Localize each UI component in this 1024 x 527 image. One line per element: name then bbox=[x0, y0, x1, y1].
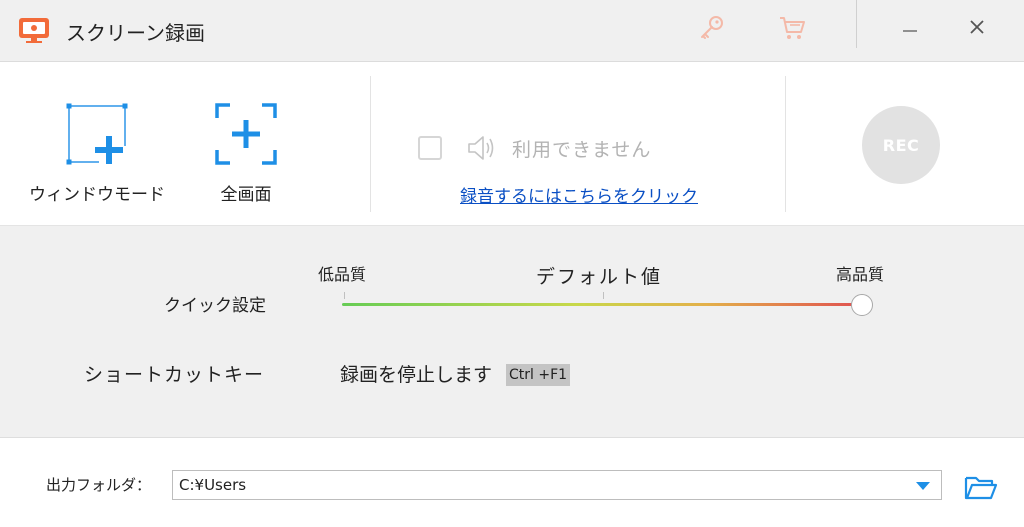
fullscreen-icon bbox=[215, 103, 277, 165]
quality-slider[interactable] bbox=[342, 303, 862, 306]
output-folder-label: 出力フォルダ： bbox=[46, 476, 152, 494]
output-folder-value: C:¥Users bbox=[179, 476, 247, 494]
cart-icon[interactable] bbox=[776, 12, 808, 44]
quality-low-label: 低品質 bbox=[318, 265, 367, 284]
slider-tick bbox=[603, 292, 604, 299]
titlebar-divider bbox=[856, 0, 857, 48]
shortcut-description: 録画を停止します bbox=[340, 364, 493, 386]
audio-checkbox[interactable] bbox=[418, 136, 442, 160]
folder-open-icon[interactable] bbox=[964, 474, 998, 500]
window-mode-label: ウィンドウモード bbox=[29, 185, 165, 205]
quick-settings-label: クイック設定 bbox=[164, 296, 266, 316]
key-icon[interactable] bbox=[696, 12, 728, 44]
shortcut-label: ショートカットキー bbox=[84, 364, 265, 386]
window-mode-icon bbox=[66, 103, 129, 166]
quality-default-label: デフォルト値 bbox=[536, 266, 663, 288]
close-icon[interactable] bbox=[962, 12, 992, 42]
slider-tick bbox=[344, 292, 345, 299]
settings-panel: クイック設定 低品質 デフォルト値 高品質 ショートカットキー 録画を停止します… bbox=[0, 226, 1024, 438]
minimize-icon[interactable] bbox=[896, 14, 924, 42]
title-bar: スクリーン録画 bbox=[0, 0, 1024, 62]
fullscreen-mode-label: 全画面 bbox=[220, 185, 272, 205]
panel-divider bbox=[785, 76, 786, 212]
panel-divider bbox=[370, 76, 371, 212]
audio-status: 利用できません bbox=[512, 138, 652, 161]
mode-panel: ウィンドウモード 全画面 利用できません 録音するにはこちらをクリック REC bbox=[0, 62, 1024, 226]
quality-high-label: 高品質 bbox=[836, 265, 885, 284]
audio-row: 利用できません bbox=[418, 134, 651, 162]
fullscreen-mode-button[interactable]: 全画面 bbox=[196, 102, 296, 212]
speaker-icon bbox=[468, 136, 494, 160]
app-title: スクリーン録画 bbox=[66, 21, 205, 45]
quality-slider-thumb[interactable] bbox=[851, 294, 873, 316]
chevron-down-icon[interactable] bbox=[915, 481, 931, 491]
window-mode-button[interactable]: ウィンドウモード bbox=[22, 102, 172, 212]
rec-button[interactable]: REC bbox=[862, 106, 940, 184]
enable-audio-link[interactable]: 録音するにはこちらをクリック bbox=[460, 182, 698, 207]
output-folder-select[interactable]: C:¥Users bbox=[172, 470, 942, 500]
footer: 出力フォルダ： C:¥Users bbox=[0, 438, 1024, 527]
app-icon bbox=[19, 18, 49, 43]
shortcut-key-field[interactable]: Ctrl +F1 bbox=[506, 364, 571, 386]
